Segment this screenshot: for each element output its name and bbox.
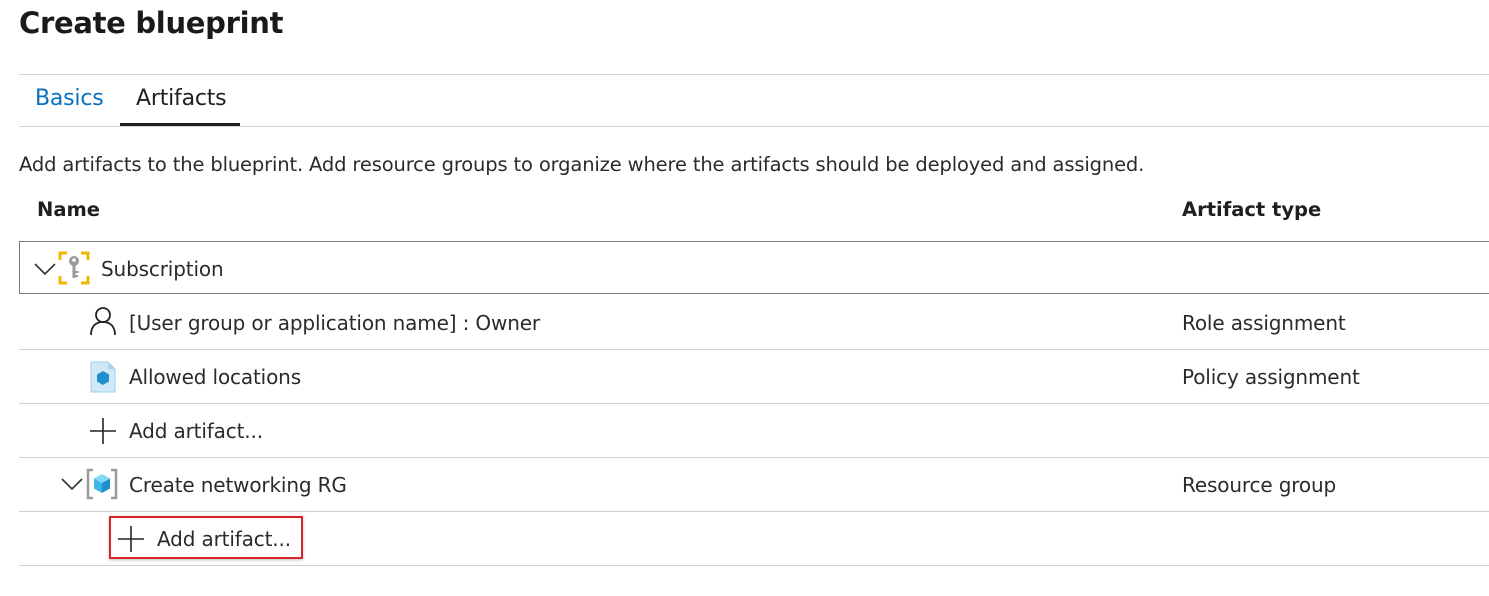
column-header-artifact-type: Artifact type [1182, 198, 1322, 221]
user-icon [90, 307, 116, 336]
add-artifact-link[interactable]: Add artifact... [129, 419, 263, 443]
table-row-role-assignment[interactable]: [User group or application name] : Owner… [19, 295, 1489, 350]
page-title: Create blueprint [19, 6, 284, 40]
row-type-resource-group: Resource group [1182, 473, 1337, 497]
subscription-key-icon [58, 251, 90, 285]
title-divider [19, 74, 1489, 75]
table-row-add-artifact-subscription[interactable]: Add artifact... [19, 403, 1489, 458]
row-name-resource-group: Create networking RG [129, 473, 347, 497]
row-type-allowed-locations: Policy assignment [1182, 365, 1360, 389]
row-name-role-assignment: [User group or application name] : Owner [129, 311, 540, 335]
tab-basics[interactable]: Basics [35, 86, 104, 111]
table-row-allowed-locations[interactable]: Allowed locations Policy assignment [19, 349, 1489, 404]
table-row-subscription[interactable]: Subscription [19, 241, 1489, 294]
row-type-role-assignment: Role assignment [1182, 311, 1346, 335]
highlight-box [109, 516, 303, 559]
create-blueprint-page: Create blueprint Basics Artifacts Add ar… [0, 0, 1489, 596]
plus-icon [90, 418, 116, 444]
resource-group-icon [86, 468, 118, 500]
row-name-allowed-locations: Allowed locations [129, 365, 301, 389]
row-name-subscription: Subscription [101, 257, 224, 281]
tab-artifacts[interactable]: Artifacts [136, 86, 227, 111]
tabs-divider [19, 126, 1489, 127]
column-header-name: Name [37, 198, 101, 221]
artifacts-description: Add artifacts to the blueprint. Add reso… [19, 153, 1145, 176]
chevron-down-icon[interactable] [61, 477, 83, 491]
table-row-resource-group[interactable]: Create networking RG Resource group [19, 457, 1489, 512]
policy-icon [90, 361, 116, 393]
chevron-down-icon[interactable] [34, 262, 56, 276]
